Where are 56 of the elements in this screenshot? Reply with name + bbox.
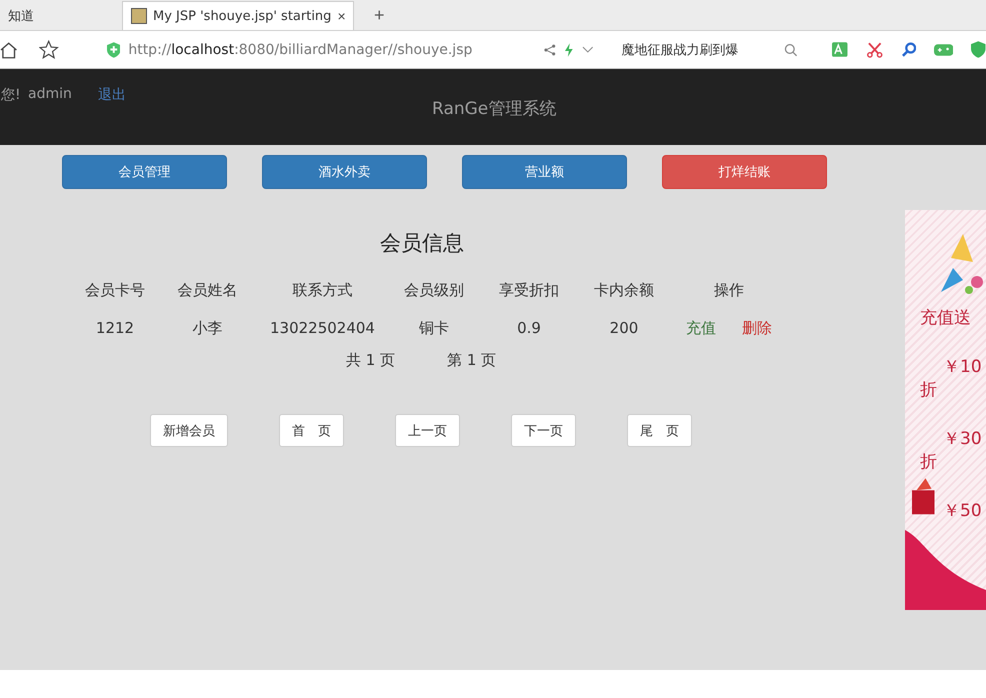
column-header: 享受折扣 [498, 280, 560, 301]
browser-tab[interactable]: My JSP 'shouye.jsp' starting × [122, 1, 354, 30]
column-header: 会员级别 [403, 280, 465, 301]
table-cell-text: 小李 [192, 318, 224, 339]
ad-text: ￥50 [943, 500, 983, 522]
magnifier-icon[interactable] [900, 42, 916, 58]
pager-button[interactable]: 首 页 [279, 414, 344, 447]
chevron-down-icon[interactable] [582, 46, 594, 54]
ad-text: 折 [920, 451, 938, 473]
lightning-icon[interactable] [564, 42, 574, 56]
column-header: 会员姓名 [176, 280, 238, 301]
table-cell-text: 铜卡 [418, 318, 450, 339]
ad-banner[interactable]: 充值送 ￥10 折 ￥30 折 ￥50 [905, 210, 986, 610]
delete-link[interactable]: 删除 [742, 309, 772, 347]
pager-button[interactable]: 尾 页 [627, 414, 692, 447]
pager-button[interactable]: 上一页 [395, 414, 460, 447]
recharge-link[interactable]: 充值 [686, 309, 716, 347]
pager-button[interactable]: 下一页 [511, 414, 576, 447]
ad-text: ￥10 [943, 356, 983, 378]
table-cell-text: 13022502404 [269, 318, 376, 339]
nav-button[interactable]: 会员管理 [62, 155, 227, 189]
page-favicon-icon [131, 8, 147, 24]
nav-button[interactable]: 酒水外卖 [262, 155, 427, 189]
greeting-text: 您! [1, 86, 22, 104]
ad-text: 折 [920, 379, 938, 401]
scissors-icon[interactable] [867, 42, 883, 58]
nav-button[interactable]: 打烊结账 [662, 155, 827, 189]
gamepad-icon[interactable] [934, 42, 954, 56]
shield-icon[interactable] [971, 41, 986, 58]
share-icon[interactable] [544, 44, 556, 56]
total-pages-text: 共 1 页 [346, 351, 396, 370]
search-icon[interactable] [784, 42, 798, 56]
star-icon[interactable] [39, 40, 59, 60]
url-field[interactable]: http://localhost:8080/billiardManager//shouye.jsp [128, 42, 472, 58]
table-cell-text: 0.9 [516, 318, 542, 339]
table-title: 会员信息 [380, 230, 465, 257]
close-tab-button[interactable]: × [337, 8, 346, 24]
home-icon[interactable] [0, 40, 18, 58]
system-title: RanGe管理系统 [432, 98, 556, 120]
column-header: 联系方式 [292, 280, 354, 301]
pager-button[interactable]: 新增会员 [150, 414, 228, 447]
search-field[interactable]: 魔地征服战力刷到爆 [621, 40, 776, 58]
ad-title: 充值送 [920, 307, 972, 329]
nav-button[interactable]: 营业额 [462, 155, 627, 189]
ad-text: ￥30 [943, 428, 983, 450]
new-tab-button[interactable]: + [368, 4, 391, 26]
logout-link[interactable]: 退出 [98, 86, 126, 104]
shield-icon [106, 42, 120, 58]
translate-icon[interactable] [832, 42, 850, 58]
column-header: 卡内余额 [593, 280, 655, 301]
column-header: 会员卡号 [84, 280, 146, 301]
current-page-text: 第 1 页 [447, 351, 496, 370]
table-cell-text: 1212 [94, 318, 136, 339]
table-cell-text: 200 [608, 318, 640, 339]
column-header: 操作 [713, 280, 745, 301]
username-text: admin [28, 86, 73, 102]
